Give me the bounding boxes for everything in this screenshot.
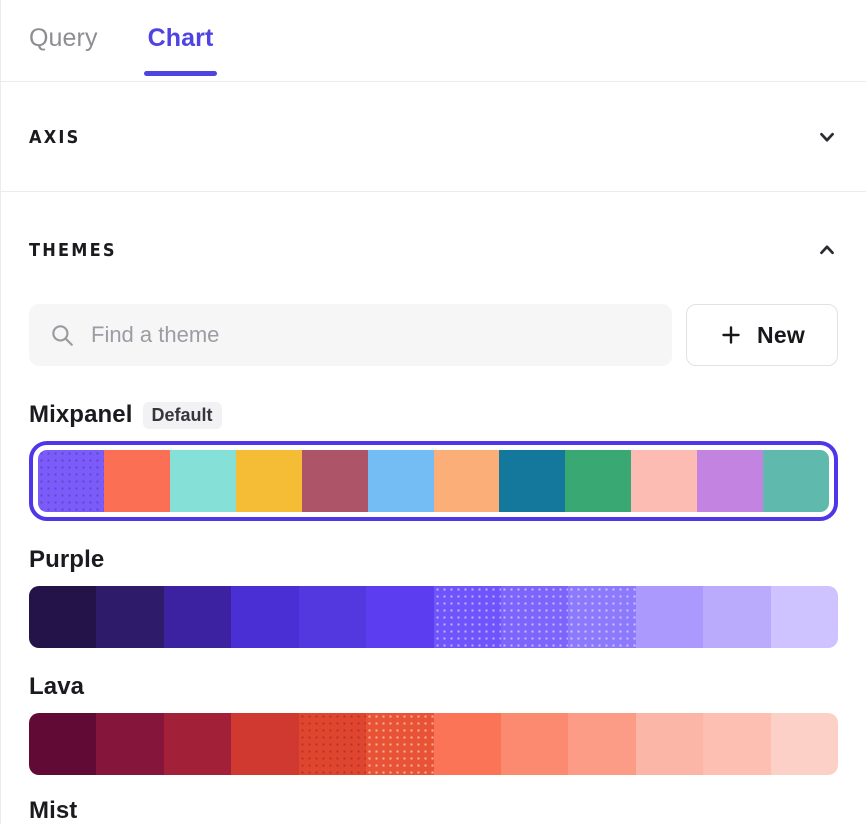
color-swatch: [366, 586, 433, 648]
color-swatch: [434, 713, 501, 775]
color-swatch: [499, 450, 565, 512]
chart-theme-panel: Query Chart AXIS THEMES: [0, 0, 866, 824]
color-swatch: [96, 586, 163, 648]
color-swatch: [236, 450, 302, 512]
tab-query-label: Query: [29, 24, 98, 52]
theme-list: Mixpanel Default Purple Lava: [1, 400, 866, 775]
color-swatch: [434, 586, 501, 648]
color-swatch: [164, 713, 231, 775]
color-swatch: [302, 450, 368, 512]
color-swatch: [29, 586, 96, 648]
color-swatch: [368, 450, 434, 512]
tab-chart-label: Chart: [148, 24, 214, 52]
color-swatch: [565, 450, 631, 512]
theme-search-row: New: [1, 304, 866, 366]
search-input[interactable]: [91, 322, 652, 348]
theme-swatch-strip[interactable]: [29, 586, 838, 648]
color-swatch: [568, 713, 635, 775]
color-swatch: [104, 450, 170, 512]
color-swatch: [299, 586, 366, 648]
search-icon: [49, 322, 75, 348]
color-swatch: [697, 450, 763, 512]
color-swatch: [703, 713, 770, 775]
theme-item[interactable]: Lava: [29, 672, 838, 775]
section-axis-title: AXIS: [29, 127, 81, 148]
theme-item-partial[interactable]: Mist: [1, 797, 866, 823]
theme-default-badge: Default: [143, 402, 222, 429]
tab-query[interactable]: Query: [29, 0, 98, 51]
section-themes-header[interactable]: THEMES: [1, 192, 866, 308]
section-axis-header[interactable]: AXIS: [1, 82, 866, 192]
color-swatch: [631, 450, 697, 512]
color-swatch: [568, 586, 635, 648]
theme-swatch-strip[interactable]: [29, 713, 838, 775]
color-swatch: [38, 450, 104, 512]
color-swatch: [501, 586, 568, 648]
swatch-strip: [38, 450, 829, 512]
theme-name-partial: Mist: [29, 797, 838, 823]
section-themes-title: THEMES: [29, 240, 117, 261]
theme-name: Lava: [29, 673, 84, 701]
section-themes: THEMES New Mixpanel Default Purple Lava: [1, 192, 866, 823]
new-theme-label: New: [757, 322, 805, 349]
color-swatch: [771, 713, 838, 775]
chevron-up-icon[interactable]: [816, 239, 838, 261]
swatch-strip: [29, 713, 838, 775]
color-swatch: [299, 713, 366, 775]
chevron-down-icon[interactable]: [816, 126, 838, 148]
theme-label-row: Mixpanel Default: [29, 400, 838, 430]
tab-bar: Query Chart: [1, 0, 866, 82]
color-swatch: [703, 586, 770, 648]
theme-label-row: Purple: [29, 545, 838, 575]
tab-chart[interactable]: Chart: [148, 0, 214, 51]
plus-icon: [719, 323, 743, 347]
color-swatch: [170, 450, 236, 512]
theme-name: Mixpanel: [29, 401, 133, 429]
tab-active-underline: [144, 71, 218, 76]
theme-swatch-strip-selected[interactable]: [29, 441, 838, 521]
color-swatch: [231, 713, 298, 775]
color-swatch: [29, 713, 96, 775]
theme-label-row: Lava: [29, 672, 838, 702]
theme-item[interactable]: Purple: [29, 545, 838, 648]
new-theme-button[interactable]: New: [686, 304, 838, 366]
section-axis: AXIS: [1, 82, 866, 192]
color-swatch: [366, 713, 433, 775]
color-swatch: [771, 586, 838, 648]
color-swatch: [434, 450, 500, 512]
color-swatch: [763, 450, 829, 512]
color-swatch: [636, 586, 703, 648]
color-swatch: [164, 586, 231, 648]
theme-search-box[interactable]: [29, 304, 672, 366]
swatch-strip: [29, 586, 838, 648]
color-swatch: [96, 713, 163, 775]
theme-item[interactable]: Mixpanel Default: [29, 400, 838, 521]
color-swatch: [636, 713, 703, 775]
theme-name: Purple: [29, 546, 104, 574]
color-swatch: [501, 713, 568, 775]
color-swatch: [231, 586, 298, 648]
